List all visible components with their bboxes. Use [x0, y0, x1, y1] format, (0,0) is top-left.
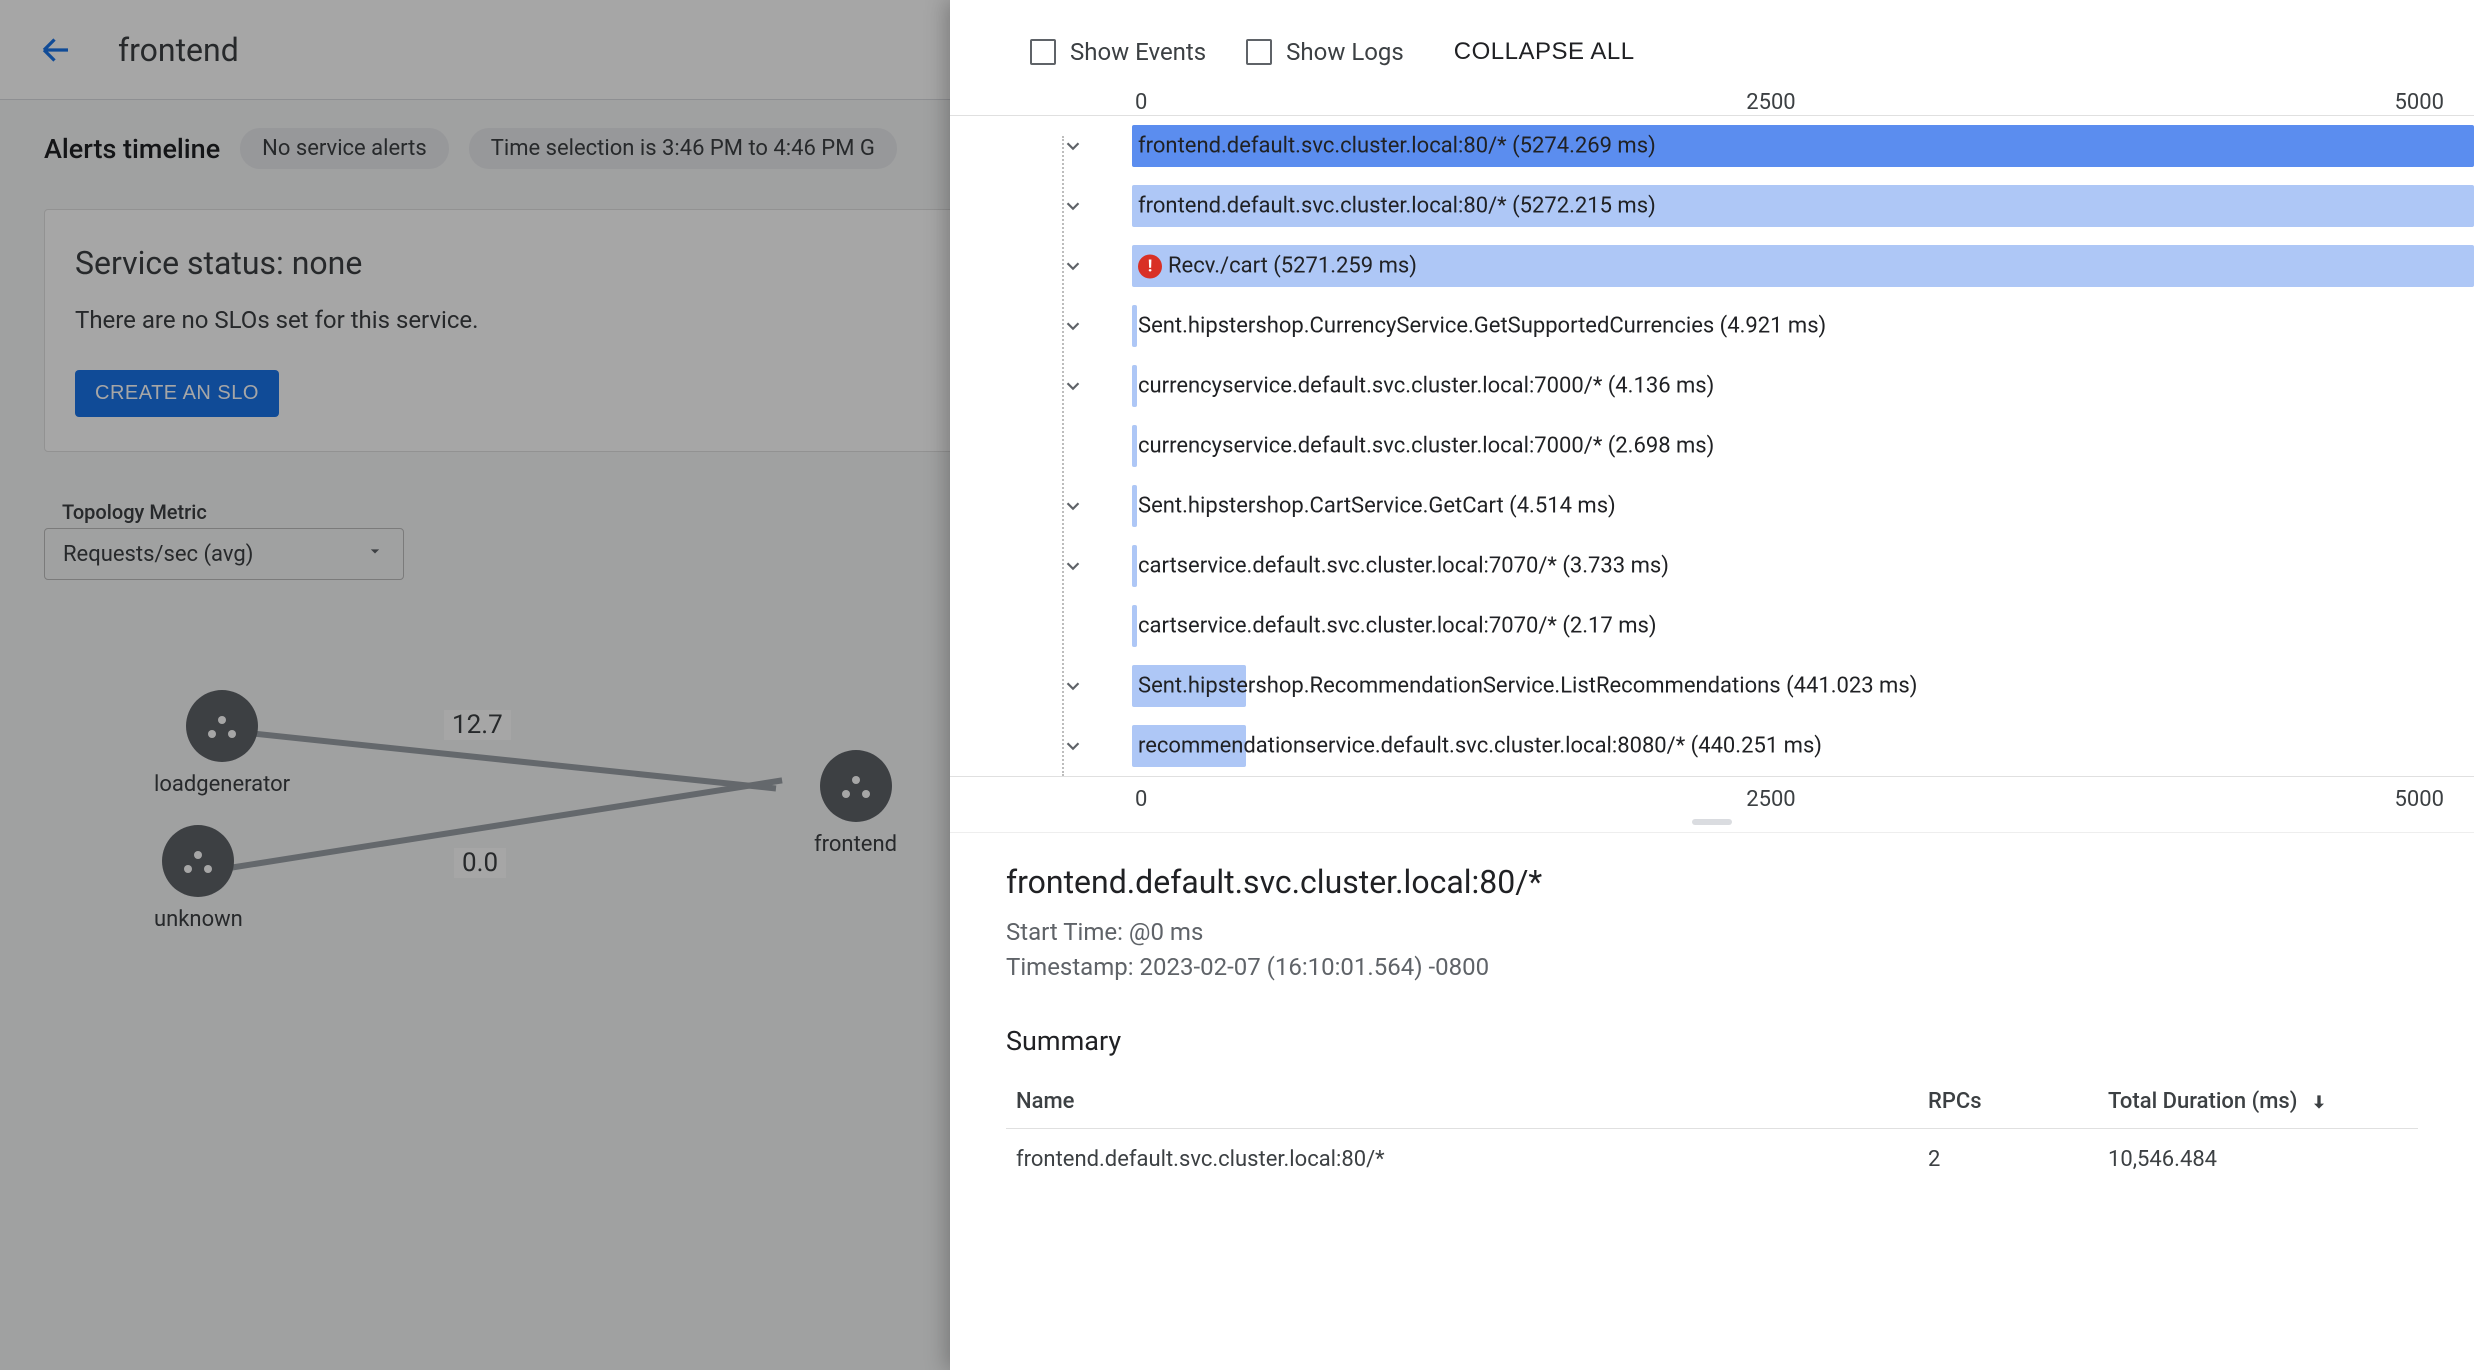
trace-side-panel: Show Events Show Logs COLLAPSE ALL 0 250… [950, 0, 2474, 1370]
col-rpcs[interactable]: RPCs [1918, 1075, 2098, 1129]
span-row[interactable]: recommendationservice.default.svc.cluste… [1060, 716, 2474, 776]
span-bar [1132, 365, 1137, 407]
span-label: frontend.default.svc.cluster.local:80/* … [1138, 194, 1656, 219]
span-row[interactable]: Sent.hipstershop.CurrencyService.GetSupp… [1060, 296, 2474, 356]
span-row[interactable]: Sent.hipstershop.RecommendationService.L… [1060, 656, 2474, 716]
span-bar-wrap: Sent.hipstershop.RecommendationService.L… [1132, 665, 2474, 707]
span-row[interactable]: frontend.default.svc.cluster.local:80/* … [1060, 116, 2474, 176]
axis-tick: 5000 [2395, 787, 2444, 812]
start-time-label: Start Time: [1006, 918, 1129, 946]
trace-waterfall: frontend.default.svc.cluster.local:80/* … [950, 115, 2474, 776]
time-axis-top: 0 2500 5000 [950, 90, 2474, 115]
span-row[interactable]: cartservice.default.svc.cluster.local:70… [1060, 596, 2474, 656]
span-row[interactable]: currencyservice.default.svc.cluster.loca… [1060, 356, 2474, 416]
col-total-duration[interactable]: Total Duration (ms) [2098, 1075, 2418, 1129]
span-label: Sent.hipstershop.RecommendationService.L… [1138, 674, 1917, 699]
span-row[interactable]: currencyservice.default.svc.cluster.loca… [1060, 416, 2474, 476]
show-events-label: Show Events [1070, 38, 1206, 66]
span-bar [1132, 485, 1137, 527]
span-row[interactable]: !Recv./cart (5271.259 ms) [1060, 236, 2474, 296]
cell-rpcs: 2 [1918, 1128, 2098, 1190]
span-bar-wrap: cartservice.default.svc.cluster.local:70… [1132, 545, 2474, 587]
axis-tick: 0 [1135, 90, 1147, 115]
chevron-down-icon[interactable] [1060, 553, 1086, 579]
span-row[interactable]: cartservice.default.svc.cluster.local:70… [1060, 536, 2474, 596]
span-detail-title: frontend.default.svc.cluster.local:80/* [1006, 863, 2418, 901]
show-logs-label: Show Logs [1286, 38, 1404, 66]
sort-desc-icon [2303, 1089, 2329, 1114]
panel-resize-handle[interactable] [950, 812, 2474, 832]
span-bar-wrap: Sent.hipstershop.CartService.GetCart (4.… [1132, 485, 2474, 527]
cell-total: 10,546.484 [2098, 1128, 2418, 1190]
chevron-down-icon[interactable] [1060, 133, 1086, 159]
span-label: frontend.default.svc.cluster.local:80/* … [1138, 134, 1656, 159]
span-label: Sent.hipstershop.CurrencyService.GetSupp… [1138, 314, 1826, 339]
summary-heading: Summary [1006, 1025, 2418, 1057]
show-events-checkbox[interactable]: Show Events [1030, 38, 1206, 66]
timestamp-label: Timestamp: [1006, 953, 1140, 981]
span-bar-wrap: cartservice.default.svc.cluster.local:70… [1132, 605, 2474, 647]
checkbox-icon [1246, 39, 1272, 65]
time-axis-bottom: 0 2500 5000 [950, 776, 2474, 812]
timestamp-value: 2023-02-07 (16:10:01.564) -0800 [1140, 953, 1490, 981]
span-bar-wrap: frontend.default.svc.cluster.local:80/* … [1132, 185, 2474, 227]
span-bar [1132, 425, 1137, 467]
span-bar [1132, 605, 1137, 647]
axis-tick: 2500 [1746, 787, 1795, 812]
span-bar-wrap: currencyservice.default.svc.cluster.loca… [1132, 365, 2474, 407]
span-label: !Recv./cart (5271.259 ms) [1138, 254, 1417, 279]
chevron-down-icon[interactable] [1060, 313, 1086, 339]
axis-tick: 5000 [2395, 90, 2444, 115]
table-row[interactable]: frontend.default.svc.cluster.local:80/* … [1006, 1128, 2418, 1190]
span-bar-wrap: recommendationservice.default.svc.cluste… [1132, 725, 2474, 767]
start-time-value: @0 ms [1129, 918, 1203, 946]
chevron-down-icon[interactable] [1060, 253, 1086, 279]
span-label: currencyservice.default.svc.cluster.loca… [1138, 374, 1714, 399]
chevron-down-icon[interactable] [1060, 193, 1086, 219]
span-row[interactable]: frontend.default.svc.cluster.local:80/* … [1060, 176, 2474, 236]
summary-table: Name RPCs Total Duration (ms) frontend.d… [1006, 1075, 2418, 1190]
error-icon: ! [1138, 254, 1162, 278]
show-logs-checkbox[interactable]: Show Logs [1246, 38, 1404, 66]
axis-tick: 0 [1135, 787, 1147, 812]
chevron-down-icon[interactable] [1060, 373, 1086, 399]
span-bar [1132, 545, 1137, 587]
span-label: recommendationservice.default.svc.cluste… [1138, 734, 1822, 759]
axis-tick: 2500 [1746, 90, 1795, 115]
col-name[interactable]: Name [1006, 1075, 1918, 1129]
cell-name: frontend.default.svc.cluster.local:80/* [1006, 1128, 1918, 1190]
span-bar-wrap: frontend.default.svc.cluster.local:80/* … [1132, 125, 2474, 167]
span-bar-wrap: Sent.hipstershop.CurrencyService.GetSupp… [1132, 305, 2474, 347]
span-label: cartservice.default.svc.cluster.local:70… [1138, 554, 1669, 579]
span-label: cartservice.default.svc.cluster.local:70… [1138, 614, 1657, 639]
checkbox-icon [1030, 39, 1056, 65]
chevron-down-icon[interactable] [1060, 733, 1086, 759]
collapse-all-button[interactable]: COLLAPSE ALL [1454, 38, 1635, 66]
span-label: Sent.hipstershop.CartService.GetCart (4.… [1138, 494, 1616, 519]
span-bar [1132, 305, 1137, 347]
span-label: currencyservice.default.svc.cluster.loca… [1138, 434, 1714, 459]
chevron-down-icon[interactable] [1060, 673, 1086, 699]
span-bar-wrap: currencyservice.default.svc.cluster.loca… [1132, 425, 2474, 467]
span-bar-wrap: !Recv./cart (5271.259 ms) [1132, 245, 2474, 287]
chevron-down-icon[interactable] [1060, 493, 1086, 519]
span-row[interactable]: Sent.hipstershop.CartService.GetCart (4.… [1060, 476, 2474, 536]
